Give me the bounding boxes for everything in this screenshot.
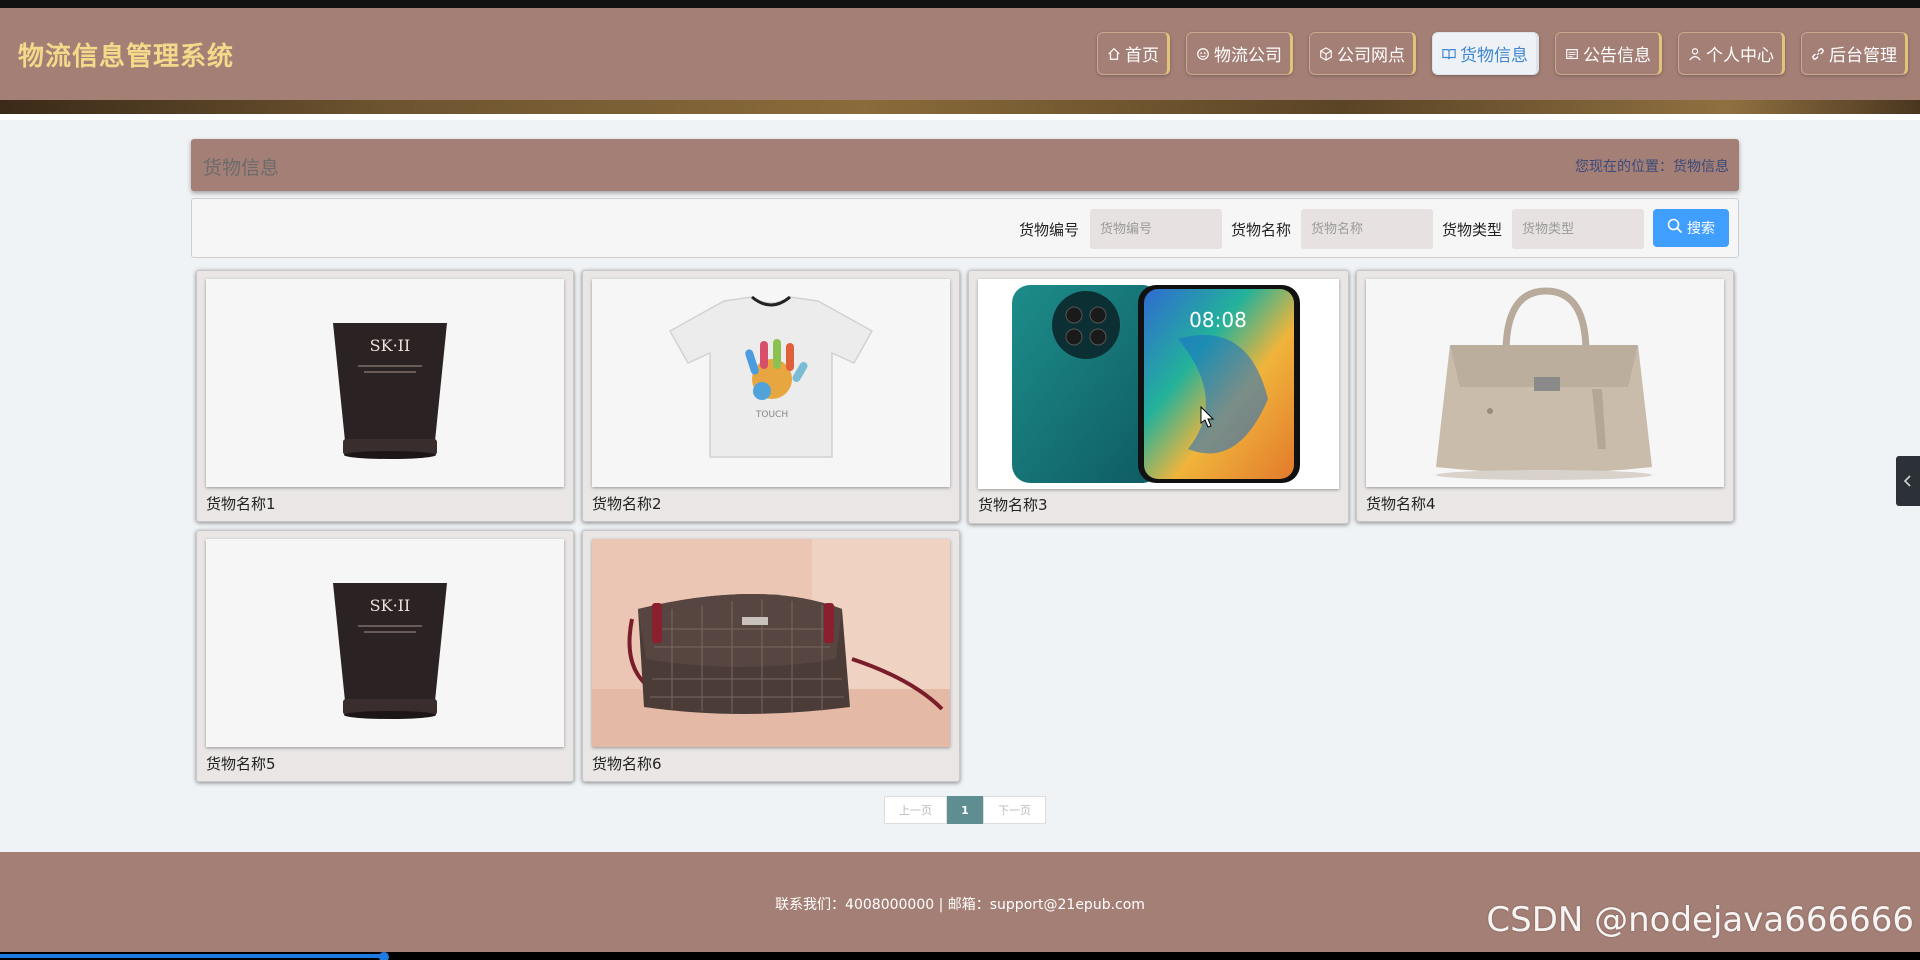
goods-image-skincare-tube[interactable]: SK·II <box>206 279 564 487</box>
nav-label: 首页 <box>1125 46 1159 66</box>
page-title-bar: 货物信息 您现在的位置：货物信息 <box>191 139 1739 191</box>
header-banner-strip <box>0 100 1920 114</box>
breadcrumb-label: 您现在的位置： <box>1575 159 1673 175</box>
book-icon <box>1441 46 1457 62</box>
goods-card[interactable]: SK·II 货物名称1 <box>196 270 574 522</box>
video-progress-fill <box>0 954 384 958</box>
sk-ii-logo-text: SK·II <box>370 336 411 355</box>
goods-type-label: 货物类型 <box>1442 221 1503 239</box>
goods-card[interactable]: 货物名称6 <box>582 530 960 782</box>
goods-card[interactable]: 货物名称4 <box>1356 270 1734 522</box>
nav-goods-info[interactable]: 货物信息 <box>1432 32 1539 75</box>
nav-admin[interactable]: 后台管理 <box>1801 32 1908 75</box>
page-number-current[interactable]: 1 <box>947 796 983 824</box>
sk-ii-logo-text: SK·II <box>370 596 411 615</box>
goods-number-input[interactable] <box>1090 209 1222 249</box>
goods-image-beige-handbag[interactable] <box>1366 279 1724 487</box>
search-button[interactable]: 搜索 <box>1653 209 1729 247</box>
cube-icon <box>1318 46 1334 62</box>
goods-name[interactable]: 货物名称6 <box>592 753 662 774</box>
breadcrumb-current[interactable]: 货物信息 <box>1673 159 1729 175</box>
pagination: 上一页 1 下一页 <box>884 796 1046 824</box>
search-bar: 货物编号 货物名称 货物类型 搜索 <box>191 198 1739 258</box>
goods-type-input[interactable] <box>1512 209 1644 249</box>
goods-card[interactable]: TOUCH 货物名称2 <box>582 270 960 522</box>
home-icon <box>1106 46 1122 62</box>
header-divider <box>0 114 1920 120</box>
goods-image-white-tshirt[interactable]: TOUCH <box>592 279 950 487</box>
app-window: 物流信息管理系统 首页 物流公司 公司网点 货物信息 公告信息 个人中心 后台管… <box>0 8 1920 952</box>
next-page-button[interactable]: 下一页 <box>983 796 1046 824</box>
shirt-print-text: TOUCH <box>755 410 788 420</box>
side-drawer-toggle[interactable] <box>1896 456 1920 506</box>
search-button-label: 搜索 <box>1687 221 1715 237</box>
nav-label: 公告信息 <box>1583 46 1651 66</box>
nav-announcements[interactable]: 公告信息 <box>1555 32 1662 75</box>
prev-page-button[interactable]: 上一页 <box>884 796 947 824</box>
company-icon <box>1195 46 1211 62</box>
goods-name[interactable]: 货物名称3 <box>978 494 1048 515</box>
nav-label: 物流公司 <box>1214 46 1282 66</box>
nav-personal-center[interactable]: 个人中心 <box>1678 32 1785 75</box>
chevron-left-icon <box>1903 472 1913 491</box>
goods-image-skincare-tube[interactable]: SK·II <box>206 539 564 747</box>
nav-label: 货物信息 <box>1460 46 1528 66</box>
notice-icon <box>1564 46 1580 62</box>
nav-logistics-company[interactable]: 物流公司 <box>1186 32 1293 75</box>
header: 物流信息管理系统 首页 物流公司 公司网点 货物信息 公告信息 个人中心 后台管… <box>0 8 1920 100</box>
video-progress-bar[interactable] <box>0 952 1920 960</box>
watermark: CSDN @nodejava666666 <box>1486 900 1914 940</box>
search-icon <box>1667 218 1683 238</box>
goods-name-input[interactable] <box>1301 209 1433 249</box>
goods-name[interactable]: 货物名称4 <box>1366 493 1436 514</box>
goods-name[interactable]: 货物名称1 <box>206 493 276 514</box>
nav-company-outlets[interactable]: 公司网点 <box>1309 32 1416 75</box>
goods-name[interactable]: 货物名称2 <box>592 493 662 514</box>
nav-label: 个人中心 <box>1706 46 1774 66</box>
phone-clock-text: 08:08 <box>1189 308 1247 332</box>
nav-label: 后台管理 <box>1829 46 1897 66</box>
goods-name-label: 货物名称 <box>1231 221 1292 239</box>
goods-name[interactable]: 货物名称5 <box>206 753 276 774</box>
main-nav: 首页 物流公司 公司网点 货物信息 公告信息 个人中心 后台管理 <box>1097 32 1908 75</box>
nav-label: 公司网点 <box>1337 46 1405 66</box>
nav-home[interactable]: 首页 <box>1097 32 1170 75</box>
goods-image-crossbody-bag[interactable] <box>592 539 950 747</box>
goods-image-smartphone[interactable]: 08:08 <box>978 279 1339 489</box>
user-icon <box>1687 46 1703 62</box>
breadcrumb: 您现在的位置：货物信息 <box>1575 156 1729 176</box>
site-logo-title[interactable]: 物流信息管理系统 <box>18 36 234 73</box>
page-title: 货物信息 <box>203 157 280 179</box>
link-icon <box>1810 46 1826 62</box>
video-progress-handle[interactable] <box>379 952 389 960</box>
goods-number-label: 货物编号 <box>1019 221 1080 239</box>
goods-card[interactable]: 08:08 货物名称3 <box>968 270 1349 524</box>
goods-card[interactable]: SK·II 货物名称5 <box>196 530 574 782</box>
